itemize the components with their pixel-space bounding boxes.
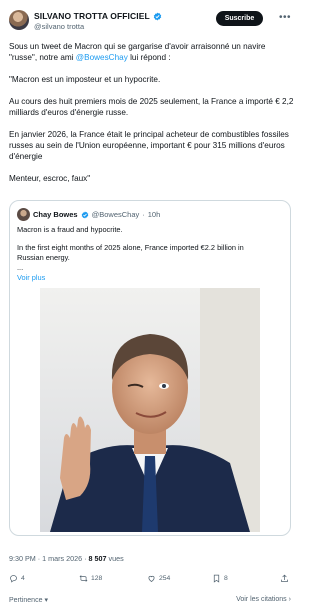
quoted-avatar[interactable] bbox=[17, 208, 30, 221]
quoted-post-time[interactable]: 10h bbox=[148, 210, 161, 219]
quoted-post[interactable]: Chay Bowes @BowesChay · 10h Macron is a … bbox=[9, 200, 291, 536]
post-timestamp[interactable]: 9:30 PM · 1 mars 2026 · bbox=[9, 554, 89, 563]
post-paragraph: En janvier 2026, la France était le prin… bbox=[9, 130, 289, 161]
sort-relevance-label: Pertinence bbox=[9, 596, 43, 604]
post-text: Sous un tweet de Macron qui se gargarise… bbox=[9, 41, 295, 195]
quoted-author-handle[interactable]: @BowesChay bbox=[92, 210, 140, 219]
bookmark-button[interactable]: 8 bbox=[212, 574, 228, 583]
share-button[interactable] bbox=[280, 574, 289, 583]
repost-icon bbox=[79, 575, 88, 582]
verified-badge-icon bbox=[81, 211, 88, 218]
reply-icon bbox=[10, 575, 17, 583]
mention-link[interactable]: @BowesChay bbox=[76, 53, 128, 62]
separator-dot: · bbox=[142, 210, 145, 219]
repost-count: 128 bbox=[91, 575, 103, 582]
post-paragraph: Au cours des huit premiers mois de 2025 … bbox=[9, 97, 294, 117]
portrait-image bbox=[40, 288, 260, 532]
quoted-line: In the first eight months of 2025 alone,… bbox=[17, 243, 244, 252]
sort-relevance[interactable]: Pertinence ▾ bbox=[9, 596, 48, 605]
quoted-post-text: Macron is a fraud and hypocrite. In the … bbox=[17, 225, 287, 273]
post-paragraph: Menteur, escroc, faux" bbox=[9, 174, 91, 183]
views-label: vues bbox=[106, 554, 124, 563]
share-icon bbox=[281, 574, 288, 582]
more-options-icon[interactable]: ••• bbox=[279, 12, 291, 23]
verified-badge-icon bbox=[153, 12, 161, 20]
views-count: 8 507 bbox=[88, 554, 107, 563]
quoted-line: ... bbox=[17, 263, 24, 272]
author-name[interactable]: SILVANO TROTTA OFFICIEL bbox=[34, 11, 150, 21]
quoted-post-header: Chay Bowes @BowesChay · 10h bbox=[17, 208, 160, 221]
reply-count: 4 bbox=[21, 575, 25, 582]
heart-icon bbox=[148, 575, 155, 582]
bookmark-count: 8 bbox=[224, 575, 228, 582]
post-paragraph: "Macron est un imposteur et un hypocrite… bbox=[9, 75, 161, 84]
chevron-right-icon: › bbox=[288, 596, 291, 603]
action-bar: 4 128 254 8 bbox=[0, 574, 300, 588]
subscribe-button[interactable]: Suscribe bbox=[216, 11, 263, 26]
repost-button[interactable]: 128 bbox=[79, 574, 102, 583]
post-paragraph: Sous un tweet de Macron qui se gargarise… bbox=[9, 42, 266, 62]
chevron-down-icon: ▾ bbox=[44, 597, 48, 604]
show-more-link[interactable]: Voir plus bbox=[17, 273, 45, 282]
quoted-author-name[interactable]: Chay Bowes bbox=[33, 210, 78, 219]
quoted-line: Macron is a fraud and hypocrite. bbox=[17, 225, 123, 234]
like-count: 254 bbox=[159, 575, 171, 582]
quoted-line: Russian energy. bbox=[17, 253, 70, 262]
view-quotes-label: Voir les citations bbox=[236, 596, 287, 603]
quoted-photo[interactable] bbox=[40, 288, 260, 532]
author-name-row[interactable]: SILVANO TROTTA OFFICIEL bbox=[34, 11, 162, 21]
like-button[interactable]: 254 bbox=[147, 574, 170, 583]
author-handle[interactable]: @silvano trotta bbox=[34, 22, 84, 31]
post-meta: 9:30 PM · 1 mars 2026 · 8 507 vues bbox=[9, 554, 124, 563]
view-quotes-link[interactable]: Voir les citations › bbox=[236, 596, 291, 603]
post-header: SILVANO TROTTA OFFICIEL @silvano trotta … bbox=[0, 0, 300, 36]
avatar[interactable] bbox=[9, 10, 29, 30]
reply-button[interactable]: 4 bbox=[9, 574, 25, 583]
bookmark-icon bbox=[213, 574, 220, 583]
